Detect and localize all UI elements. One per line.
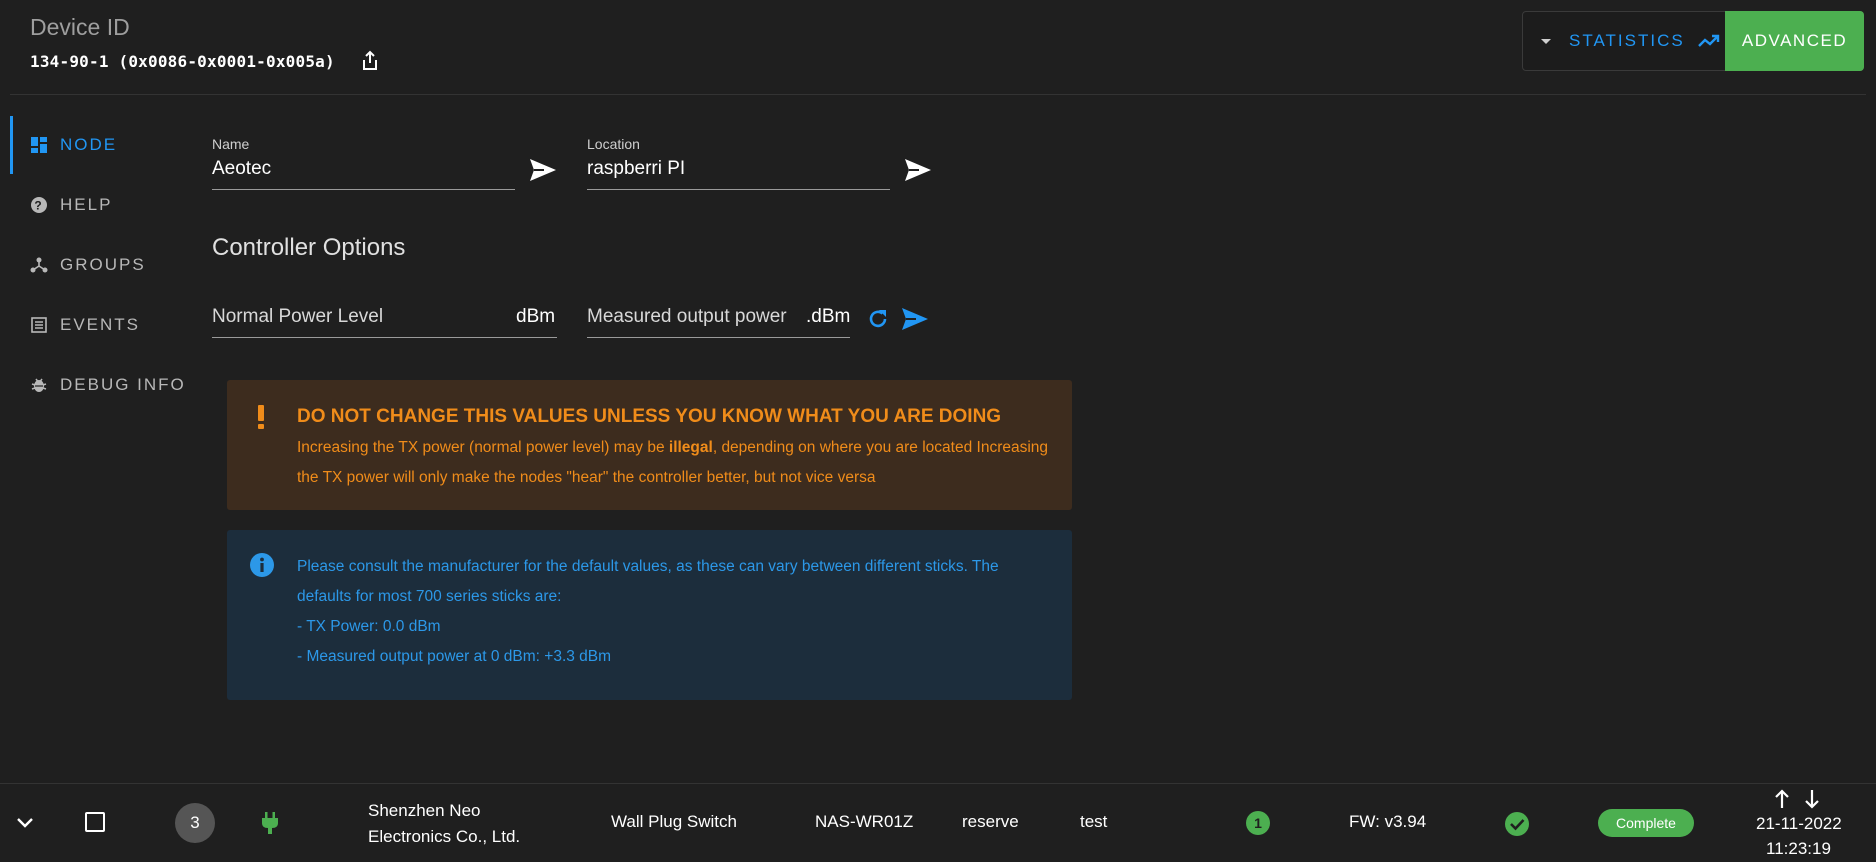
location-cell: test (1080, 812, 1108, 831)
send-icon[interactable] (900, 306, 930, 332)
sidebar-item-help[interactable]: ? HELP (30, 191, 112, 219)
power-plug-icon (262, 812, 278, 834)
dashboard-icon (31, 137, 47, 153)
power-level-underline (212, 337, 557, 338)
advanced-button[interactable]: ADVANCED (1725, 11, 1864, 71)
model-cell: NAS-WR01Z (815, 812, 914, 831)
power-level-field[interactable]: Normal Power Level (212, 306, 383, 328)
list-icon (31, 317, 47, 333)
sidebar-item-node[interactable]: NODE (30, 131, 117, 159)
svg-text:?: ? (34, 199, 43, 213)
sidebar-item-label: EVENTS (60, 315, 141, 334)
location-field[interactable]: raspberri PI (587, 158, 685, 180)
statistics-label: STATISTICS (1569, 31, 1685, 50)
help-circle-icon: ? (31, 197, 47, 213)
sidebar-item-label: HELP (60, 195, 113, 214)
measured-power-field[interactable]: Measured output power (587, 306, 787, 328)
last-active-date: 21-11-2022 (1756, 814, 1842, 833)
trending-up-icon (1697, 34, 1719, 47)
section-title: Controller Options (212, 234, 406, 261)
measured-power-unit: .dBm (806, 306, 851, 327)
send-icon[interactable] (528, 157, 558, 183)
name-cell: reserve (962, 812, 1019, 831)
security-badge: 1 (1246, 811, 1270, 835)
warning-message: DO NOT CHANGE THIS VALUES UNLESS YOU KNO… (297, 402, 1057, 493)
send-icon[interactable] (903, 157, 933, 183)
sidebar-item-label: GROUPS (60, 255, 146, 274)
last-active-time: 11:23:19 (1766, 839, 1831, 858)
location-underline (587, 189, 890, 190)
header-divider (10, 94, 1866, 95)
arrow-up-icon[interactable] (1774, 788, 1790, 810)
info-line-measured: - Measured output power at 0 dBm: +3.3 d… (297, 648, 612, 665)
name-label: Name (212, 136, 250, 152)
status-badge: Complete (1598, 809, 1694, 837)
bug-icon (31, 378, 47, 392)
info-icon (250, 553, 274, 577)
header-actions: STATISTICS ADVANCED (1522, 11, 1864, 71)
location-label: Location (587, 136, 640, 152)
hub-icon (30, 257, 48, 273)
arrow-down-icon[interactable] (1804, 788, 1820, 810)
info-alert: Please consult the manufacturer for the … (227, 530, 1072, 700)
sidebar-item-label: NODE (60, 135, 118, 154)
refresh-icon[interactable] (866, 307, 890, 331)
info-message: Please consult the manufacturer for the … (297, 552, 1057, 672)
info-text: Please consult the manufacturer for the … (297, 558, 999, 605)
caret-down-icon (1541, 38, 1551, 44)
table-row[interactable]: 3 Shenzhen Neo Electronics Co., Ltd. Wal… (0, 784, 1876, 862)
measured-power-underline (587, 337, 850, 338)
active-indicator (10, 116, 13, 174)
name-underline (212, 189, 515, 190)
manufacturer-cell: Shenzhen Neo Electronics Co., Ltd. (368, 801, 521, 846)
check-circle-icon (1505, 812, 1529, 836)
exclamation-icon (258, 405, 264, 429)
power-level-unit: dBm (516, 306, 556, 327)
sidebar-item-debug-info[interactable]: DEBUG INFO (30, 371, 186, 399)
sidebar-item-groups[interactable]: GROUPS (30, 251, 146, 279)
info-line-tx-power: - TX Power: 0.0 dBm (297, 618, 441, 635)
node-id-avatar: 3 (175, 803, 215, 843)
warning-alert: DO NOT CHANGE THIS VALUES UNLESS YOU KNO… (227, 380, 1072, 510)
warning-heading: DO NOT CHANGE THIS VALUES UNLESS YOU KNO… (297, 406, 1002, 427)
share-icon[interactable] (360, 50, 380, 72)
page-title: Device ID (30, 14, 130, 40)
warning-text: Increasing the TX power (normal power le… (297, 439, 669, 456)
warning-illegal: illegal (668, 439, 713, 456)
row-checkbox[interactable] (85, 812, 105, 832)
statistics-button[interactable]: STATISTICS (1523, 12, 1725, 70)
chevron-down-icon[interactable] (15, 816, 35, 830)
firmware-cell: FW: v3.94 (1349, 812, 1427, 831)
sidebar-item-events[interactable]: EVENTS (30, 311, 140, 339)
sidebar-item-label: DEBUG INFO (60, 375, 186, 394)
product-cell: Wall Plug Switch (611, 812, 737, 831)
device-id: 134-90-1 (0x0086-0x0001-0x005a) (30, 52, 335, 71)
name-field[interactable]: Aeotec (212, 158, 271, 180)
